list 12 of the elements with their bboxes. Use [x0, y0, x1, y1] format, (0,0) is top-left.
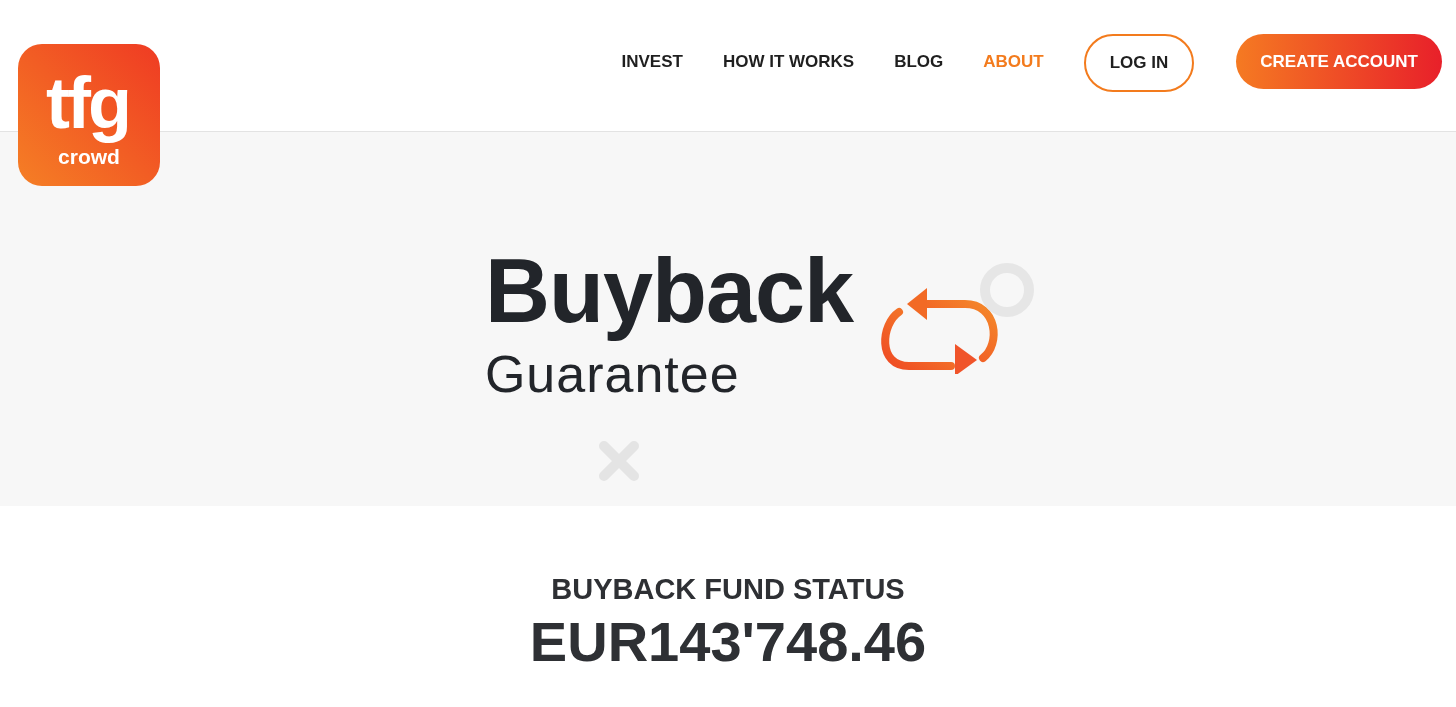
- hero-title: Buyback: [484, 240, 854, 343]
- nav-link[interactable]: BLOG: [894, 52, 944, 72]
- hero-subtitle: Guarantee: [484, 344, 741, 404]
- logo-mark: tfg: [46, 62, 130, 145]
- fund-amount: EUR143'748.46: [529, 610, 927, 674]
- nav-link[interactable]: HOW IT WORKS: [722, 52, 855, 72]
- fund-status-heading: BUYBACK FUND STATUS: [551, 572, 905, 606]
- logo-subtitle: crowd: [58, 145, 120, 169]
- ring-icon: [977, 260, 1037, 320]
- create-account-button[interactable]: CREATE ACCOUNT: [1236, 34, 1442, 89]
- login-button[interactable]: LOG IN: [1083, 34, 1195, 92]
- nav-link[interactable]: INVEST: [621, 52, 683, 72]
